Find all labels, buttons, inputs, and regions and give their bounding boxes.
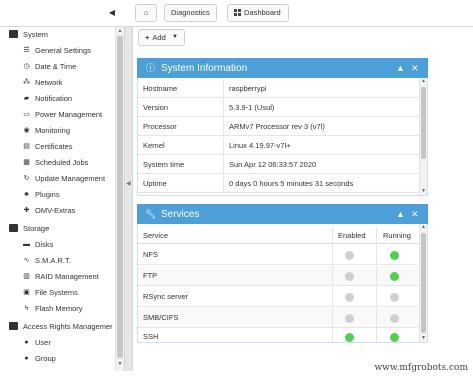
storage-icon: [9, 224, 18, 233]
collapse-sidebar-icon[interactable]: ◀: [126, 180, 131, 189]
status-dot-running: [390, 333, 399, 342]
smart-icon: ∿: [23, 257, 30, 265]
wrench-icon: 🔧︎: [145, 209, 157, 219]
table-row: Version 5.3.9-1 (Usul): [138, 99, 420, 117]
refresh-icon: ↻: [23, 175, 30, 183]
services-header: 🔧︎ Services ▲ ✕: [137, 204, 428, 224]
info-circle-icon: ⓘ: [145, 63, 155, 73]
breadcrumb-dashboard[interactable]: Dashboard: [227, 4, 289, 22]
flash-icon: ϟ: [24, 305, 29, 313]
dashboard-grid-icon: [234, 8, 241, 16]
sidebar-item-date-time[interactable]: ◷ Date & Time: [21, 59, 124, 75]
sidebar-item-file-systems[interactable]: ▣ File Systems: [21, 285, 124, 301]
disk-icon: ▬: [23, 241, 30, 249]
add-button[interactable]: + Add ▼: [138, 29, 185, 46]
status-dot-enabled: [345, 333, 354, 342]
filesystem-icon: ▣: [23, 289, 30, 297]
sidebar-item-flash-memory[interactable]: ϟ Flash Memory: [21, 301, 124, 317]
services-scrollbar[interactable]: ▲ ▼: [419, 224, 427, 342]
sidebar-scroll-down-icon[interactable]: ▼: [116, 361, 124, 368]
close-icon[interactable]: ✕: [411, 204, 419, 224]
sidebar-group-system[interactable]: System: [9, 27, 124, 43]
raid-icon: ▥: [23, 273, 30, 281]
table-row: Kernel Linux 4.19.97-v7l+: [138, 137, 420, 155]
chevron-up-icon[interactable]: ▲: [396, 58, 405, 78]
calendar-icon: ▦: [23, 159, 30, 167]
scroll-up-icon[interactable]: ▲: [420, 224, 427, 231]
plus-icon: +: [145, 33, 150, 42]
sidebar-splitter[interactable]: [124, 27, 133, 371]
services-scroll-thumb[interactable]: [421, 233, 426, 333]
sidebar-item-update-management[interactable]: ↻ Update Management: [21, 171, 124, 187]
breadcrumb-home[interactable]: ⌂: [135, 4, 157, 22]
monitor-icon: ◉: [23, 127, 30, 135]
sidebar-item-omv-extras[interactable]: ✚ OMV-Extras: [21, 203, 124, 219]
sidebar-item-group[interactable]: ● Group: [21, 351, 124, 367]
status-dot-running: [390, 293, 399, 302]
sidebar-item-power-management[interactable]: ▭ Power Management: [21, 107, 124, 123]
sidebar-item-monitoring[interactable]: ◉ Monitoring: [21, 123, 124, 139]
scroll-down-icon[interactable]: ▼: [420, 188, 427, 195]
services-table-header: Service Enabled Running: [138, 227, 420, 244]
sidebar-item-scheduled-jobs[interactable]: ▦ Scheduled Jobs: [21, 155, 124, 171]
scroll-down-icon[interactable]: ▼: [420, 335, 427, 342]
scroll-up-icon[interactable]: ▲: [420, 78, 427, 85]
status-dot-running: [390, 314, 399, 323]
caret-down-icon: ▼: [172, 34, 178, 40]
system-info-body: Hostname raspberrypi Version 5.3.9-1 (Usul…: [137, 78, 428, 196]
top-bar: ◀ ⌂ Diagnostics Dashboard: [0, 0, 473, 27]
sidebar-item-network[interactable]: ⁂ Network: [21, 75, 124, 91]
plug-icon: ♣: [24, 191, 29, 199]
table-row: SSH: [138, 327, 420, 342]
table-row: Processor ARMv7 Processor rev 3 (v7l): [138, 118, 420, 136]
bell-icon: ▰: [23, 95, 30, 103]
system-icon: [9, 30, 18, 39]
breadcrumb-diagnostics[interactable]: Diagnostics: [164, 4, 217, 22]
sidebar-item-user[interactable]: ● User: [21, 335, 124, 351]
sidebar-group-access-rights[interactable]: Access Rights Managemer: [9, 319, 124, 335]
sidebar-item-raid-management[interactable]: ▥ RAID Management: [21, 269, 124, 285]
extras-icon: ✚: [23, 207, 30, 215]
user-icon: ●: [24, 339, 29, 347]
sidebar-group-storage[interactable]: Storage: [9, 221, 124, 237]
sliders-icon: ☰: [23, 47, 30, 55]
chevron-up-icon[interactable]: ▲: [396, 204, 405, 224]
certificate-icon: ▤: [23, 143, 30, 151]
sidebar-item-plugins[interactable]: ♣ Plugins: [21, 187, 124, 203]
watermark: www.mfgrobots.com: [374, 363, 468, 373]
network-icon: ⁂: [23, 79, 30, 87]
sidebar-item-general-settings[interactable]: ☰ General Settings: [21, 43, 124, 59]
status-dot-enabled: [345, 251, 354, 260]
system-info-scrollbar[interactable]: ▲ ▼: [419, 78, 427, 195]
system-info-scroll-thumb[interactable]: [421, 87, 426, 159]
home-icon: ⌂: [143, 8, 149, 17]
sidebar-item-certificates[interactable]: ▤ Certificates: [21, 139, 124, 155]
status-dot-enabled: [345, 293, 354, 302]
status-dot-enabled: [345, 314, 354, 323]
status-dot-running: [390, 272, 399, 281]
services-body: Service Enabled Running NFS FTP RSync se…: [137, 224, 428, 343]
table-row: FTP: [138, 266, 420, 286]
close-icon[interactable]: ✕: [411, 58, 419, 78]
sidebar-item-disks[interactable]: ▬ Disks: [21, 237, 124, 253]
table-row: NFS: [138, 245, 420, 265]
table-row: SMB/CIFS: [138, 308, 420, 328]
table-row: Hostname raspberrypi: [138, 80, 420, 98]
sidebar: System ☰ General Settings ◷ Date & Time ⁂ N…: [0, 27, 124, 371]
battery-icon: ▭: [23, 111, 30, 119]
table-row: System time Sun Apr 12 06:33:57 2020: [138, 156, 420, 174]
sidebar-item-smart[interactable]: ∿ S.M.A.R.T.: [21, 253, 124, 269]
chevron-left-icon[interactable]: ◀: [106, 6, 118, 20]
sidebar-item-notification[interactable]: ▰ Notification: [21, 91, 124, 107]
group-icon: ●: [24, 355, 29, 363]
status-dot-enabled: [345, 272, 354, 281]
table-row: Uptime 0 days 0 hours 5 minutes 31 second…: [138, 175, 420, 193]
clock-icon: ◷: [23, 63, 30, 71]
status-dot-running: [390, 251, 399, 260]
access-rights-icon: [9, 322, 18, 331]
system-info-header: ⓘ System Information ▲ ✕: [137, 58, 428, 78]
sidebar-scroll-up-icon[interactable]: ▲: [116, 28, 124, 35]
sidebar-scroll-thumb[interactable]: [117, 36, 123, 358]
table-row: RSync server: [138, 287, 420, 307]
